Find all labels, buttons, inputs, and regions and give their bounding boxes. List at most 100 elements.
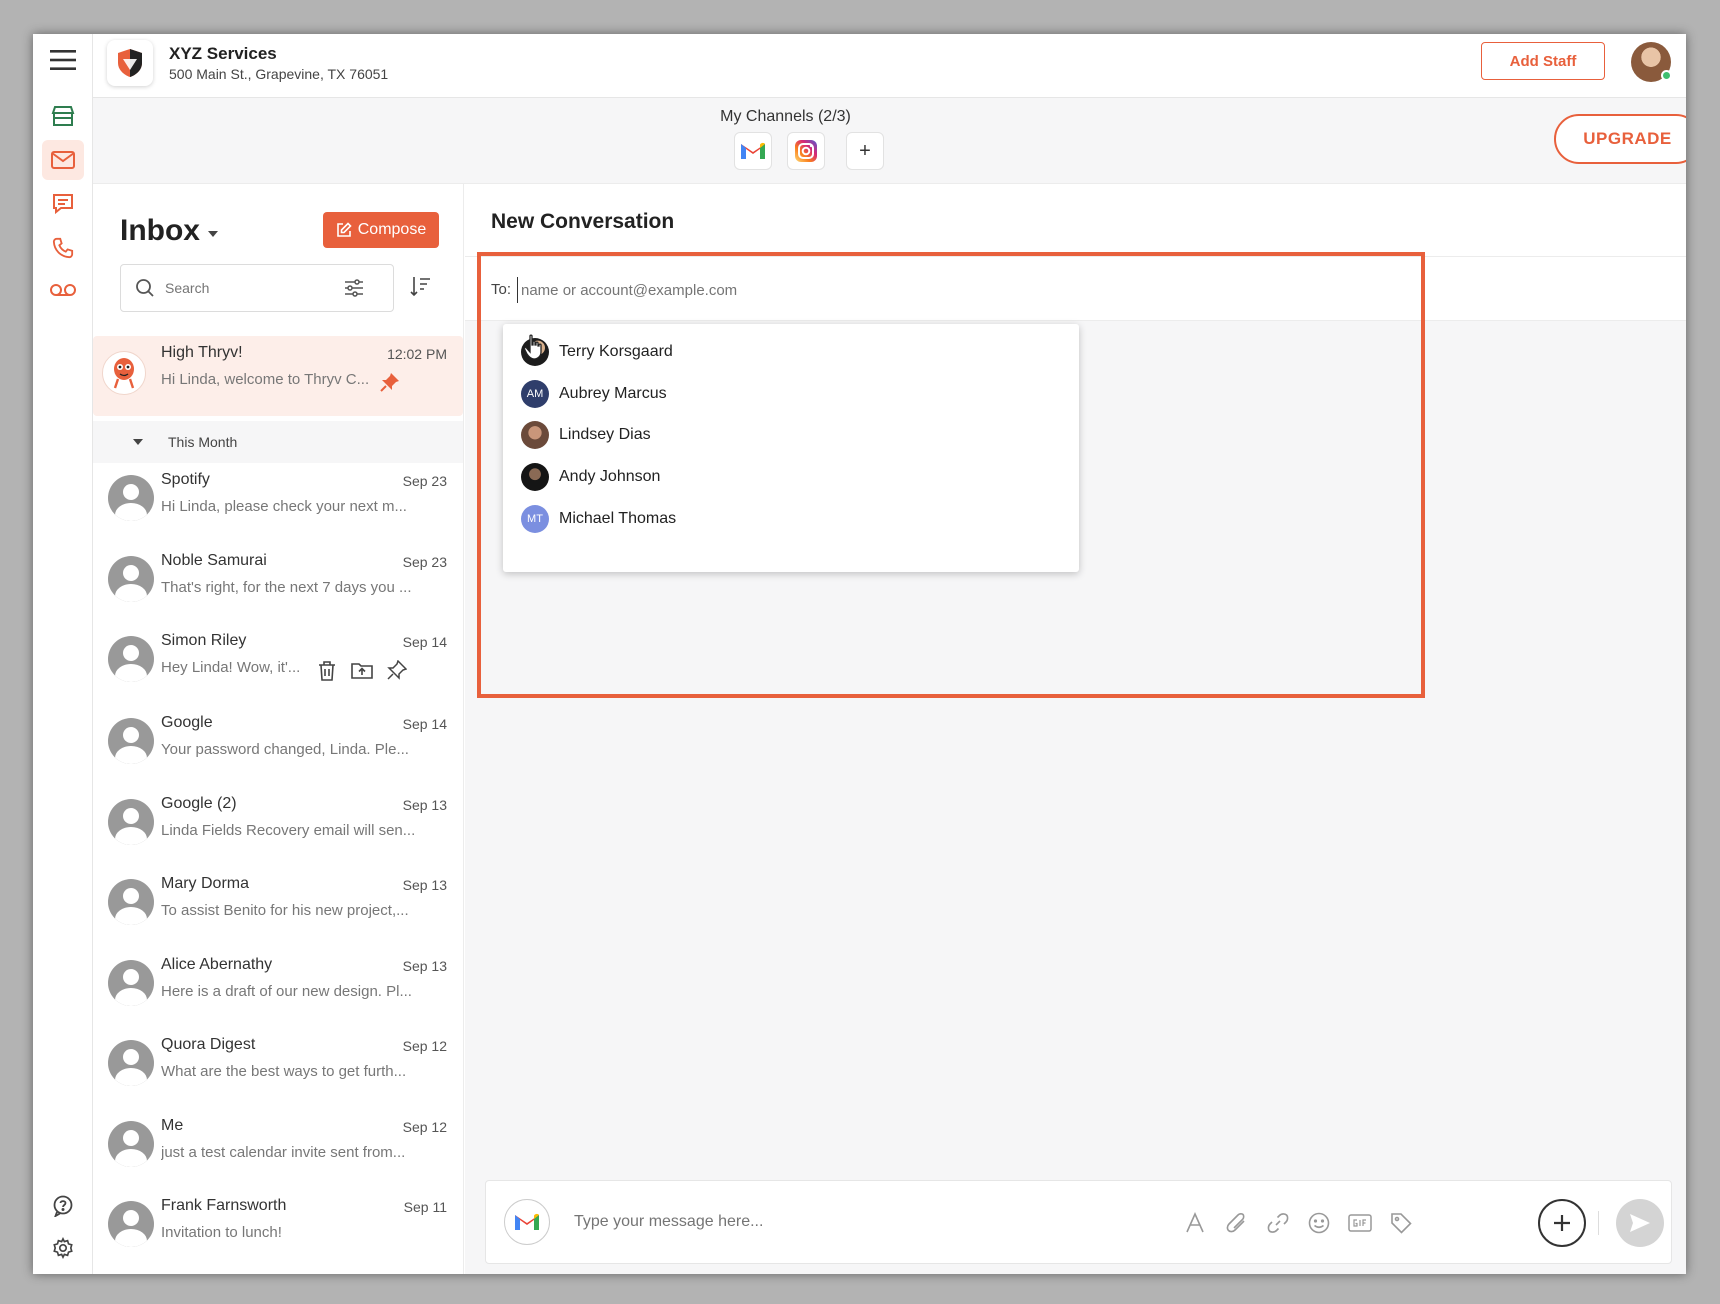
channel-instagram[interactable] xyxy=(787,132,825,170)
suggestion-item[interactable]: Andy Johnson xyxy=(521,461,660,493)
link-icon[interactable] xyxy=(1262,1207,1294,1239)
filter-sliders-icon[interactable] xyxy=(343,278,365,298)
pin-outline-icon[interactable] xyxy=(387,660,407,680)
message-date: Sep 13 xyxy=(402,958,447,974)
contact-avatar xyxy=(108,636,154,682)
message-sender: Quora Digest xyxy=(161,1036,256,1053)
online-status-dot xyxy=(1661,70,1672,81)
message-row-hovered[interactable]: Simon Riley Sep 14 Hey Linda! Wow, it'..… xyxy=(93,624,463,704)
top-header: XYZ Services 500 Main St., Grapevine, TX… xyxy=(93,34,1686,98)
contact-avatar xyxy=(108,799,154,845)
message-preview: To assist Benito for his new project,... xyxy=(161,902,409,919)
sort-icon[interactable] xyxy=(408,274,432,303)
hamburger-menu-icon[interactable] xyxy=(42,40,84,80)
business-address: 500 Main St., Grapevine, TX 76051 xyxy=(169,66,389,82)
inbox-panel: Inbox Compose High Thryv! 12:02 PM Hi Li… xyxy=(93,184,464,1274)
message-row[interactable]: Frank Farnsworth Sep 11 Invitation to lu… xyxy=(93,1189,463,1269)
instagram-icon xyxy=(795,140,817,162)
conversation-panel: New Conversation To: Terry Korsgaard AM … xyxy=(465,184,1686,1274)
attachment-icon[interactable] xyxy=(1221,1207,1253,1239)
contact-photo xyxy=(521,463,549,491)
voicemail-icon[interactable] xyxy=(42,270,84,310)
compose-button[interactable]: Compose xyxy=(323,212,439,248)
row-actions xyxy=(317,660,407,682)
contact-initials-avatar: MT xyxy=(521,505,549,533)
message-preview: Linda Fields Recovery email will sen... xyxy=(161,822,416,839)
search-box xyxy=(120,264,394,312)
text-format-icon[interactable] xyxy=(1179,1207,1211,1239)
gmail-icon xyxy=(741,142,765,159)
toolbar-divider xyxy=(1598,1211,1599,1235)
more-actions-plus-button[interactable] xyxy=(1538,1199,1586,1247)
gif-icon[interactable] xyxy=(1344,1207,1376,1239)
help-chat-icon[interactable] xyxy=(42,1186,84,1226)
message-sender: High Thryv! xyxy=(161,344,243,361)
message-sender: Mary Dorma xyxy=(161,875,250,892)
archive-icon[interactable] xyxy=(351,660,373,680)
message-row[interactable]: Mary Dorma Sep 13 To assist Benito for h… xyxy=(93,867,463,947)
contact-avatar xyxy=(108,1040,154,1086)
chat-icon[interactable] xyxy=(42,184,84,224)
contact-avatar xyxy=(108,475,154,521)
message-row[interactable]: Google (2) Sep 13 Linda Fields Recovery … xyxy=(93,787,463,867)
contact-avatar xyxy=(108,1121,154,1167)
suggestion-name: Michael Thomas xyxy=(559,510,677,527)
pinned-message[interactable]: High Thryv! 12:02 PM Hi Linda, welcome t… xyxy=(93,336,463,416)
message-date: Sep 13 xyxy=(402,797,447,813)
emoji-icon[interactable] xyxy=(1303,1207,1335,1239)
add-staff-button[interactable]: Add Staff xyxy=(1481,42,1605,80)
conversation-title: New Conversation xyxy=(491,210,675,233)
message-row[interactable]: Alice Abernathy Sep 13 Here is a draft o… xyxy=(93,948,463,1028)
pin-icon[interactable] xyxy=(380,372,400,392)
message-date: Sep 13 xyxy=(402,877,447,893)
channel-selector[interactable] xyxy=(504,1199,550,1245)
contact-photo xyxy=(521,421,549,449)
settings-gear-icon[interactable] xyxy=(42,1228,84,1268)
phone-icon[interactable] xyxy=(42,228,84,268)
upgrade-button[interactable]: UPGRADE xyxy=(1554,114,1686,164)
edit-icon xyxy=(336,222,352,237)
message-composer xyxy=(485,1180,1672,1264)
contact-avatar xyxy=(108,1201,154,1247)
message-row[interactable]: Quora Digest Sep 12 What are the best wa… xyxy=(93,1028,463,1108)
suggestion-name: Terry Korsgaard xyxy=(559,343,673,360)
contact-avatar xyxy=(108,879,154,925)
inbox-dropdown-caret-icon[interactable] xyxy=(208,231,218,237)
user-avatar[interactable] xyxy=(1631,42,1672,82)
tag-icon[interactable] xyxy=(1385,1207,1417,1239)
message-preview: Hey Linda! Wow, it'... xyxy=(161,659,301,676)
shield-logo-icon xyxy=(118,49,142,77)
mascot-icon xyxy=(113,358,135,389)
message-sender: Simon Riley xyxy=(161,632,247,649)
storefront-icon[interactable] xyxy=(42,96,84,136)
contact-avatar xyxy=(108,556,154,602)
search-icon xyxy=(136,279,154,297)
message-input[interactable] xyxy=(572,1207,1132,1237)
suggestion-name: Aubrey Marcus xyxy=(559,385,667,402)
business-logo xyxy=(107,40,153,86)
thryv-mascot-avatar xyxy=(102,351,146,395)
search-input[interactable] xyxy=(163,279,333,297)
inbox-title[interactable]: Inbox xyxy=(120,214,200,248)
message-row[interactable]: Noble Samurai Sep 23 That's right, for t… xyxy=(93,544,463,624)
this-month-section-header[interactable]: This Month xyxy=(93,421,463,463)
message-preview: Here is a draft of our new design. Pl... xyxy=(161,983,412,1000)
add-channel-button[interactable]: + xyxy=(846,132,884,170)
collapse-caret-icon xyxy=(133,439,143,445)
message-row[interactable]: Google Sep 14 Your password changed, Lin… xyxy=(93,706,463,786)
channel-gmail[interactable] xyxy=(734,132,772,170)
plus-icon xyxy=(1554,1215,1570,1231)
mail-icon[interactable] xyxy=(42,140,84,180)
message-sender: Google xyxy=(161,714,213,731)
send-button[interactable] xyxy=(1616,1199,1664,1247)
suggestion-item[interactable]: AM Aubrey Marcus xyxy=(521,378,667,410)
channels-bar: My Channels (2/3) + UPGRADE xyxy=(93,98,1686,184)
trash-icon[interactable] xyxy=(317,660,337,682)
message-date: Sep 14 xyxy=(402,716,447,732)
suggestion-item[interactable]: Lindsey Dias xyxy=(521,419,651,451)
send-icon xyxy=(1630,1214,1650,1232)
suggestion-item[interactable]: MT Michael Thomas xyxy=(521,503,676,535)
message-preview: Hi Linda, please check your next m... xyxy=(161,498,407,515)
message-row[interactable]: Spotify Sep 23 Hi Linda, please check yo… xyxy=(93,463,463,543)
message-row[interactable]: Me Sep 12 just a test calendar invite se… xyxy=(93,1109,463,1189)
